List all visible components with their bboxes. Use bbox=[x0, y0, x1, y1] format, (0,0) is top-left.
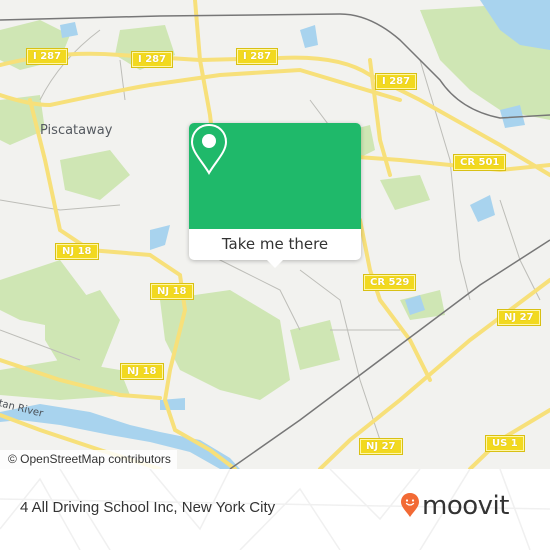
road-shield-nj18: NJ 18 bbox=[55, 243, 99, 260]
moovit-wordmark: moovit bbox=[422, 491, 509, 521]
location-popup[interactable]: Take me there bbox=[189, 123, 361, 268]
road-shield-i287: I 287 bbox=[235, 48, 279, 65]
road-shield-i287: I 287 bbox=[130, 51, 174, 68]
road-shield-nj27: NJ 27 bbox=[497, 309, 541, 326]
road-shield-nj27: NJ 27 bbox=[359, 438, 403, 455]
road-shield-us1: US 1 bbox=[485, 435, 525, 452]
road-shield-nj18: NJ 18 bbox=[150, 283, 194, 300]
popup-header[interactable] bbox=[189, 123, 361, 229]
take-me-there-button[interactable]: Take me there bbox=[189, 229, 361, 260]
road-shield-nj18: NJ 18 bbox=[120, 363, 164, 380]
place-name: 4 All Driving School Inc, New York City bbox=[20, 499, 276, 516]
place-label-piscataway: Piscataway bbox=[40, 123, 113, 138]
map-attribution[interactable]: © OpenStreetMap contributors bbox=[0, 450, 177, 469]
popup-tail bbox=[267, 260, 283, 268]
moovit-pin-icon bbox=[401, 493, 419, 517]
map-pin-icon bbox=[190, 123, 228, 175]
road-shield-cr529: CR 529 bbox=[362, 274, 417, 291]
footer-bar: 4 All Driving School Inc, New York City … bbox=[0, 469, 550, 550]
map-view[interactable]: Piscataway tan River I 287 I 287 I 287 I… bbox=[0, 0, 550, 469]
road-shield-i287: I 287 bbox=[25, 48, 69, 65]
road-shield-cr501: CR 501 bbox=[452, 154, 507, 171]
road-shield-i287: I 287 bbox=[374, 73, 418, 90]
